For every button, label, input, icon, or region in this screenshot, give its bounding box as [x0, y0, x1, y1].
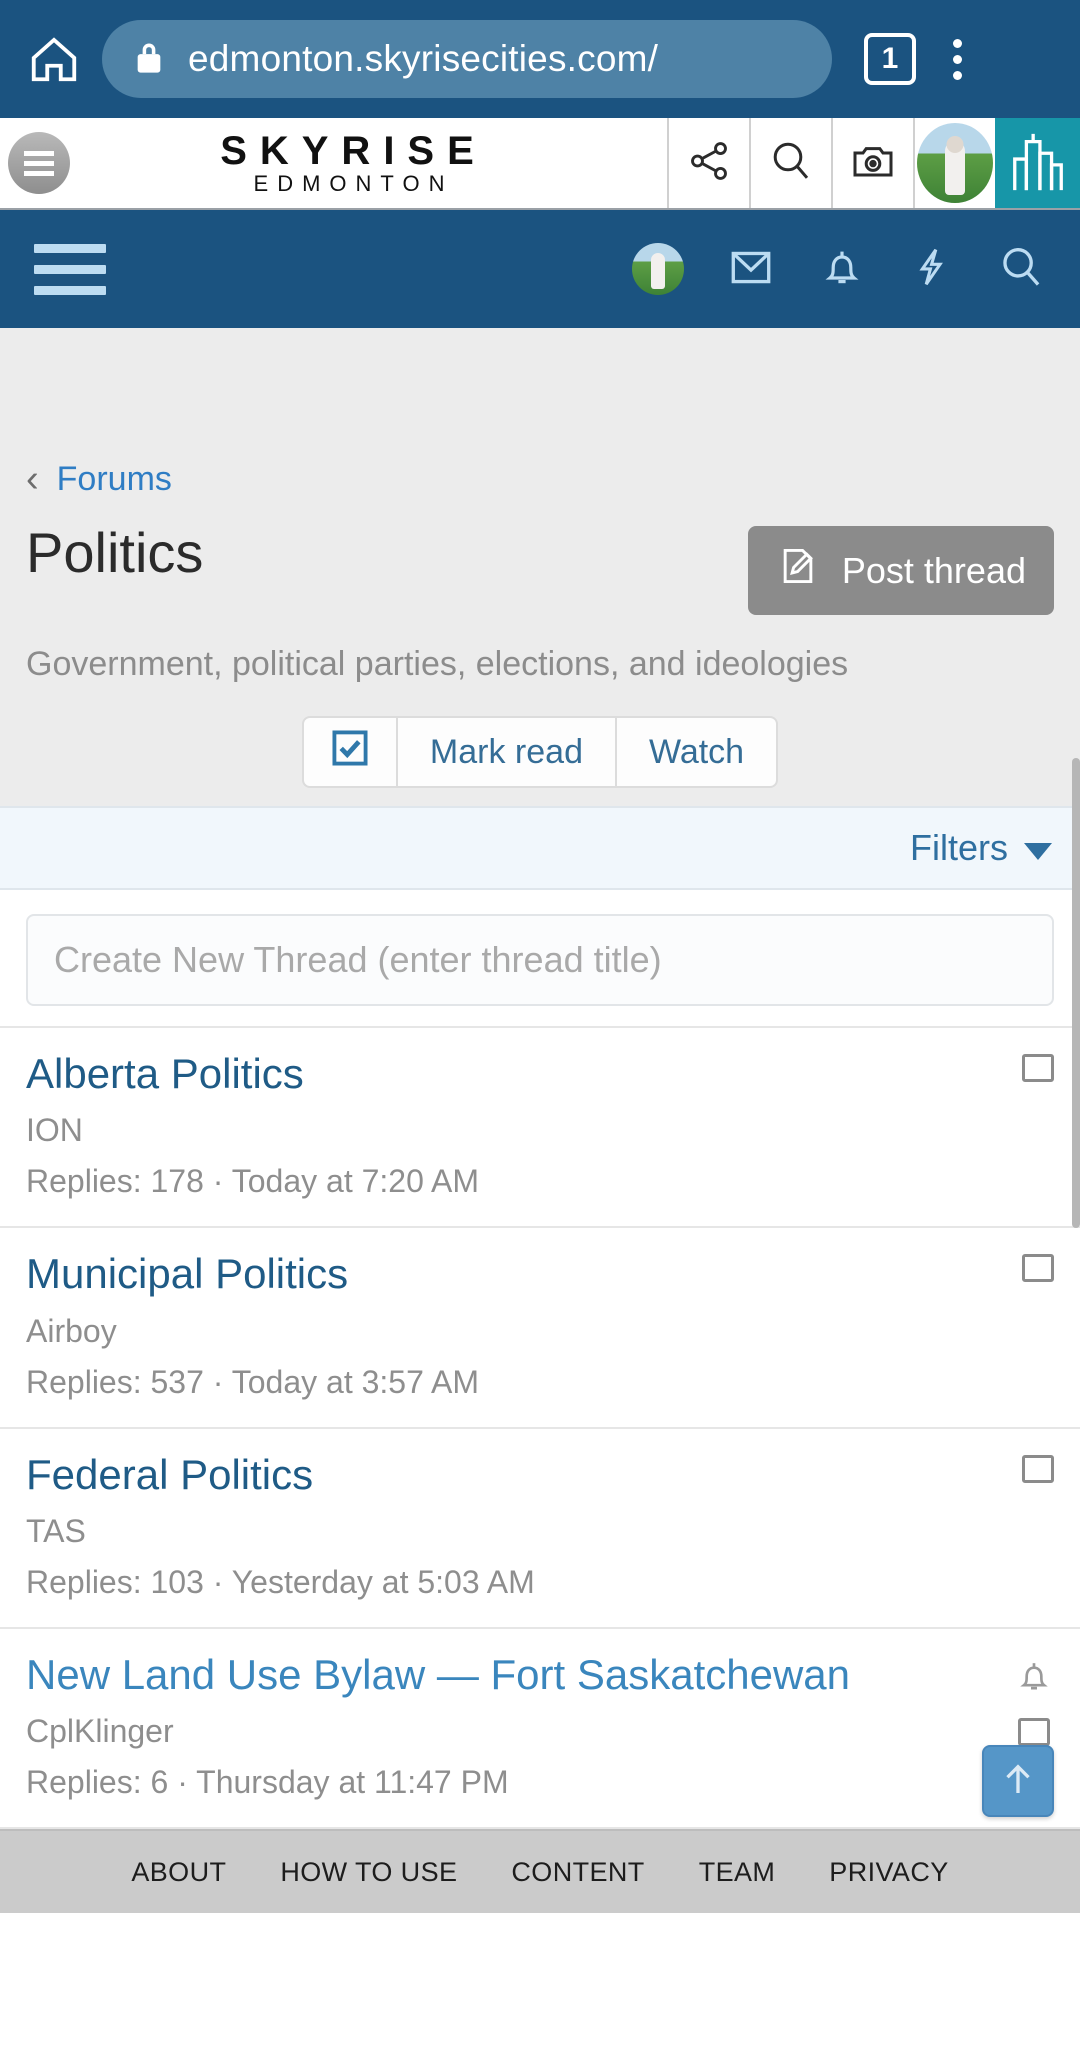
forum-navbar-icons [632, 242, 1046, 297]
page-title: Politics [26, 521, 204, 584]
tab-counter-button[interactable]: 1 [864, 33, 916, 85]
thread-meta: Replies: 6 · Thursday at 11:47 PM [26, 1764, 509, 1801]
unchecked-box-icon[interactable] [1022, 1054, 1054, 1082]
chevron-left-icon[interactable]: ‹ [26, 460, 39, 498]
new-thread-input[interactable] [26, 914, 1054, 1006]
forum-actions-group: Mark read Watch [0, 716, 1080, 788]
header-spacer [0, 328, 1080, 454]
table-row[interactable]: Alberta Politics ION Replies: 178 · Toda… [0, 1028, 1080, 1229]
bell-icon[interactable] [818, 242, 866, 297]
forum-description: Government, political parties, elections… [26, 645, 849, 683]
arrow-up-icon [997, 1758, 1039, 1805]
thread-row-controls [1022, 1054, 1054, 1082]
avatar [917, 123, 993, 203]
browser-menu-icon[interactable] [934, 29, 980, 89]
address-bar[interactable]: edmonton.skyrisecities.com/ [102, 20, 832, 98]
footer-link-about[interactable]: ABOUT [131, 1857, 226, 1888]
filters-label: Filters [910, 827, 1008, 868]
watch-button[interactable]: Watch [614, 716, 779, 788]
table-row[interactable]: Municipal Politics Airboy Replies: 537 ·… [0, 1228, 1080, 1429]
camera-button[interactable] [831, 118, 913, 208]
footer-link-how-to-use[interactable]: HOW TO USE [280, 1857, 457, 1888]
site-hamburger-icon[interactable] [8, 132, 70, 194]
thread-title-link[interactable]: Municipal Politics [26, 1250, 1054, 1298]
camera-icon [849, 137, 897, 190]
unchecked-box-icon[interactable] [1022, 1254, 1054, 1283]
scroll-to-top-button[interactable] [982, 1745, 1054, 1818]
site-account-button[interactable] [913, 118, 995, 208]
breadcrumb-forums-link[interactable]: Forums [57, 460, 172, 499]
filters-bar[interactable]: Filters [0, 806, 1080, 890]
share-icon [686, 138, 732, 189]
thread-title-link[interactable]: Alberta Politics [26, 1050, 1054, 1098]
chevron-down-icon [1024, 842, 1052, 860]
skyline-button[interactable] [995, 118, 1080, 208]
forum-avatar[interactable] [632, 243, 684, 295]
thread-author: Airboy [26, 1312, 117, 1349]
footer: ABOUT HOW TO USE CONTENT TEAM PRIVACY [0, 1829, 1080, 1914]
thread-list: Alberta Politics ION Replies: 178 · Toda… [0, 1026, 1080, 1830]
thread-row-controls [1022, 1454, 1054, 1483]
thread-author: CplKlinger [26, 1713, 174, 1750]
thread-row-controls [1022, 1254, 1054, 1283]
site-header: SKYRISE EDMONTON [0, 118, 1080, 210]
lightning-bolt-icon[interactable] [908, 242, 954, 297]
mark-read-button[interactable]: Mark read [395, 716, 615, 788]
page-scrollbar[interactable] [1072, 638, 1080, 2064]
forum-navbar [0, 210, 1080, 328]
table-row[interactable]: New Land Use Bylaw — Fort Saskatchewan C… [0, 1629, 1080, 1830]
site-search-button[interactable] [749, 118, 831, 208]
forum-menu-icon[interactable] [34, 243, 106, 295]
share-button[interactable] [667, 118, 749, 208]
checked-box-icon [328, 726, 372, 779]
home-icon[interactable] [24, 29, 84, 89]
post-thread-label: Post thread [841, 549, 1026, 591]
new-thread-wrapper [0, 890, 1080, 1026]
skyline-icon [1008, 130, 1068, 197]
envelope-icon[interactable] [726, 242, 776, 297]
breadcrumb: ‹ Forums [0, 454, 1080, 504]
footer-link-content[interactable]: CONTENT [511, 1857, 644, 1888]
thread-author: TAS [26, 1512, 86, 1549]
search-icon [767, 137, 815, 190]
forum-title-row: Politics Post thread [0, 504, 1080, 615]
footer-link-team[interactable]: TEAM [699, 1857, 776, 1888]
search-icon[interactable] [996, 242, 1046, 297]
bell-icon [1014, 1655, 1054, 1702]
unchecked-box-icon[interactable] [1018, 1717, 1050, 1746]
post-thread-button[interactable]: Post thread [747, 526, 1054, 615]
thread-row-controls [1014, 1655, 1054, 1746]
lock-icon [132, 38, 166, 81]
compose-icon [776, 544, 820, 597]
site-logo-sub: EDMONTON [253, 170, 454, 196]
thread-title-link[interactable]: New Land Use Bylaw — Fort Saskatchewan [26, 1651, 1054, 1699]
select-all-checkbox[interactable] [301, 716, 396, 788]
thread-author: ION [26, 1112, 83, 1149]
thread-title-link[interactable]: Federal Politics [26, 1451, 1054, 1499]
thread-meta: Replies: 537 · Today at 3:57 AM [26, 1363, 480, 1400]
forum-header-block: ‹ Forums Politics Post thread Government… [0, 328, 1080, 806]
address-bar-url: edmonton.skyrisecities.com/ [188, 38, 659, 79]
page-body: ‹ Forums Politics Post thread Government… [0, 328, 1080, 1830]
footer-link-privacy[interactable]: PRIVACY [829, 1857, 948, 1888]
browser-toolbar: edmonton.skyrisecities.com/ 1 [0, 0, 1080, 118]
thread-meta: Replies: 178 · Today at 7:20 AM [26, 1163, 480, 1200]
scrollbar-thumb[interactable] [1072, 758, 1080, 1228]
site-logo-main: SKYRISE [220, 128, 487, 173]
site-logo[interactable]: SKYRISE EDMONTON [70, 130, 667, 196]
site-header-left: SKYRISE EDMONTON [0, 118, 667, 208]
table-row[interactable]: Federal Politics TAS Replies: 103 · Yest… [0, 1429, 1080, 1629]
thread-meta: Replies: 103 · Yesterday at 5:03 AM [26, 1563, 535, 1600]
unchecked-box-icon[interactable] [1022, 1454, 1054, 1483]
